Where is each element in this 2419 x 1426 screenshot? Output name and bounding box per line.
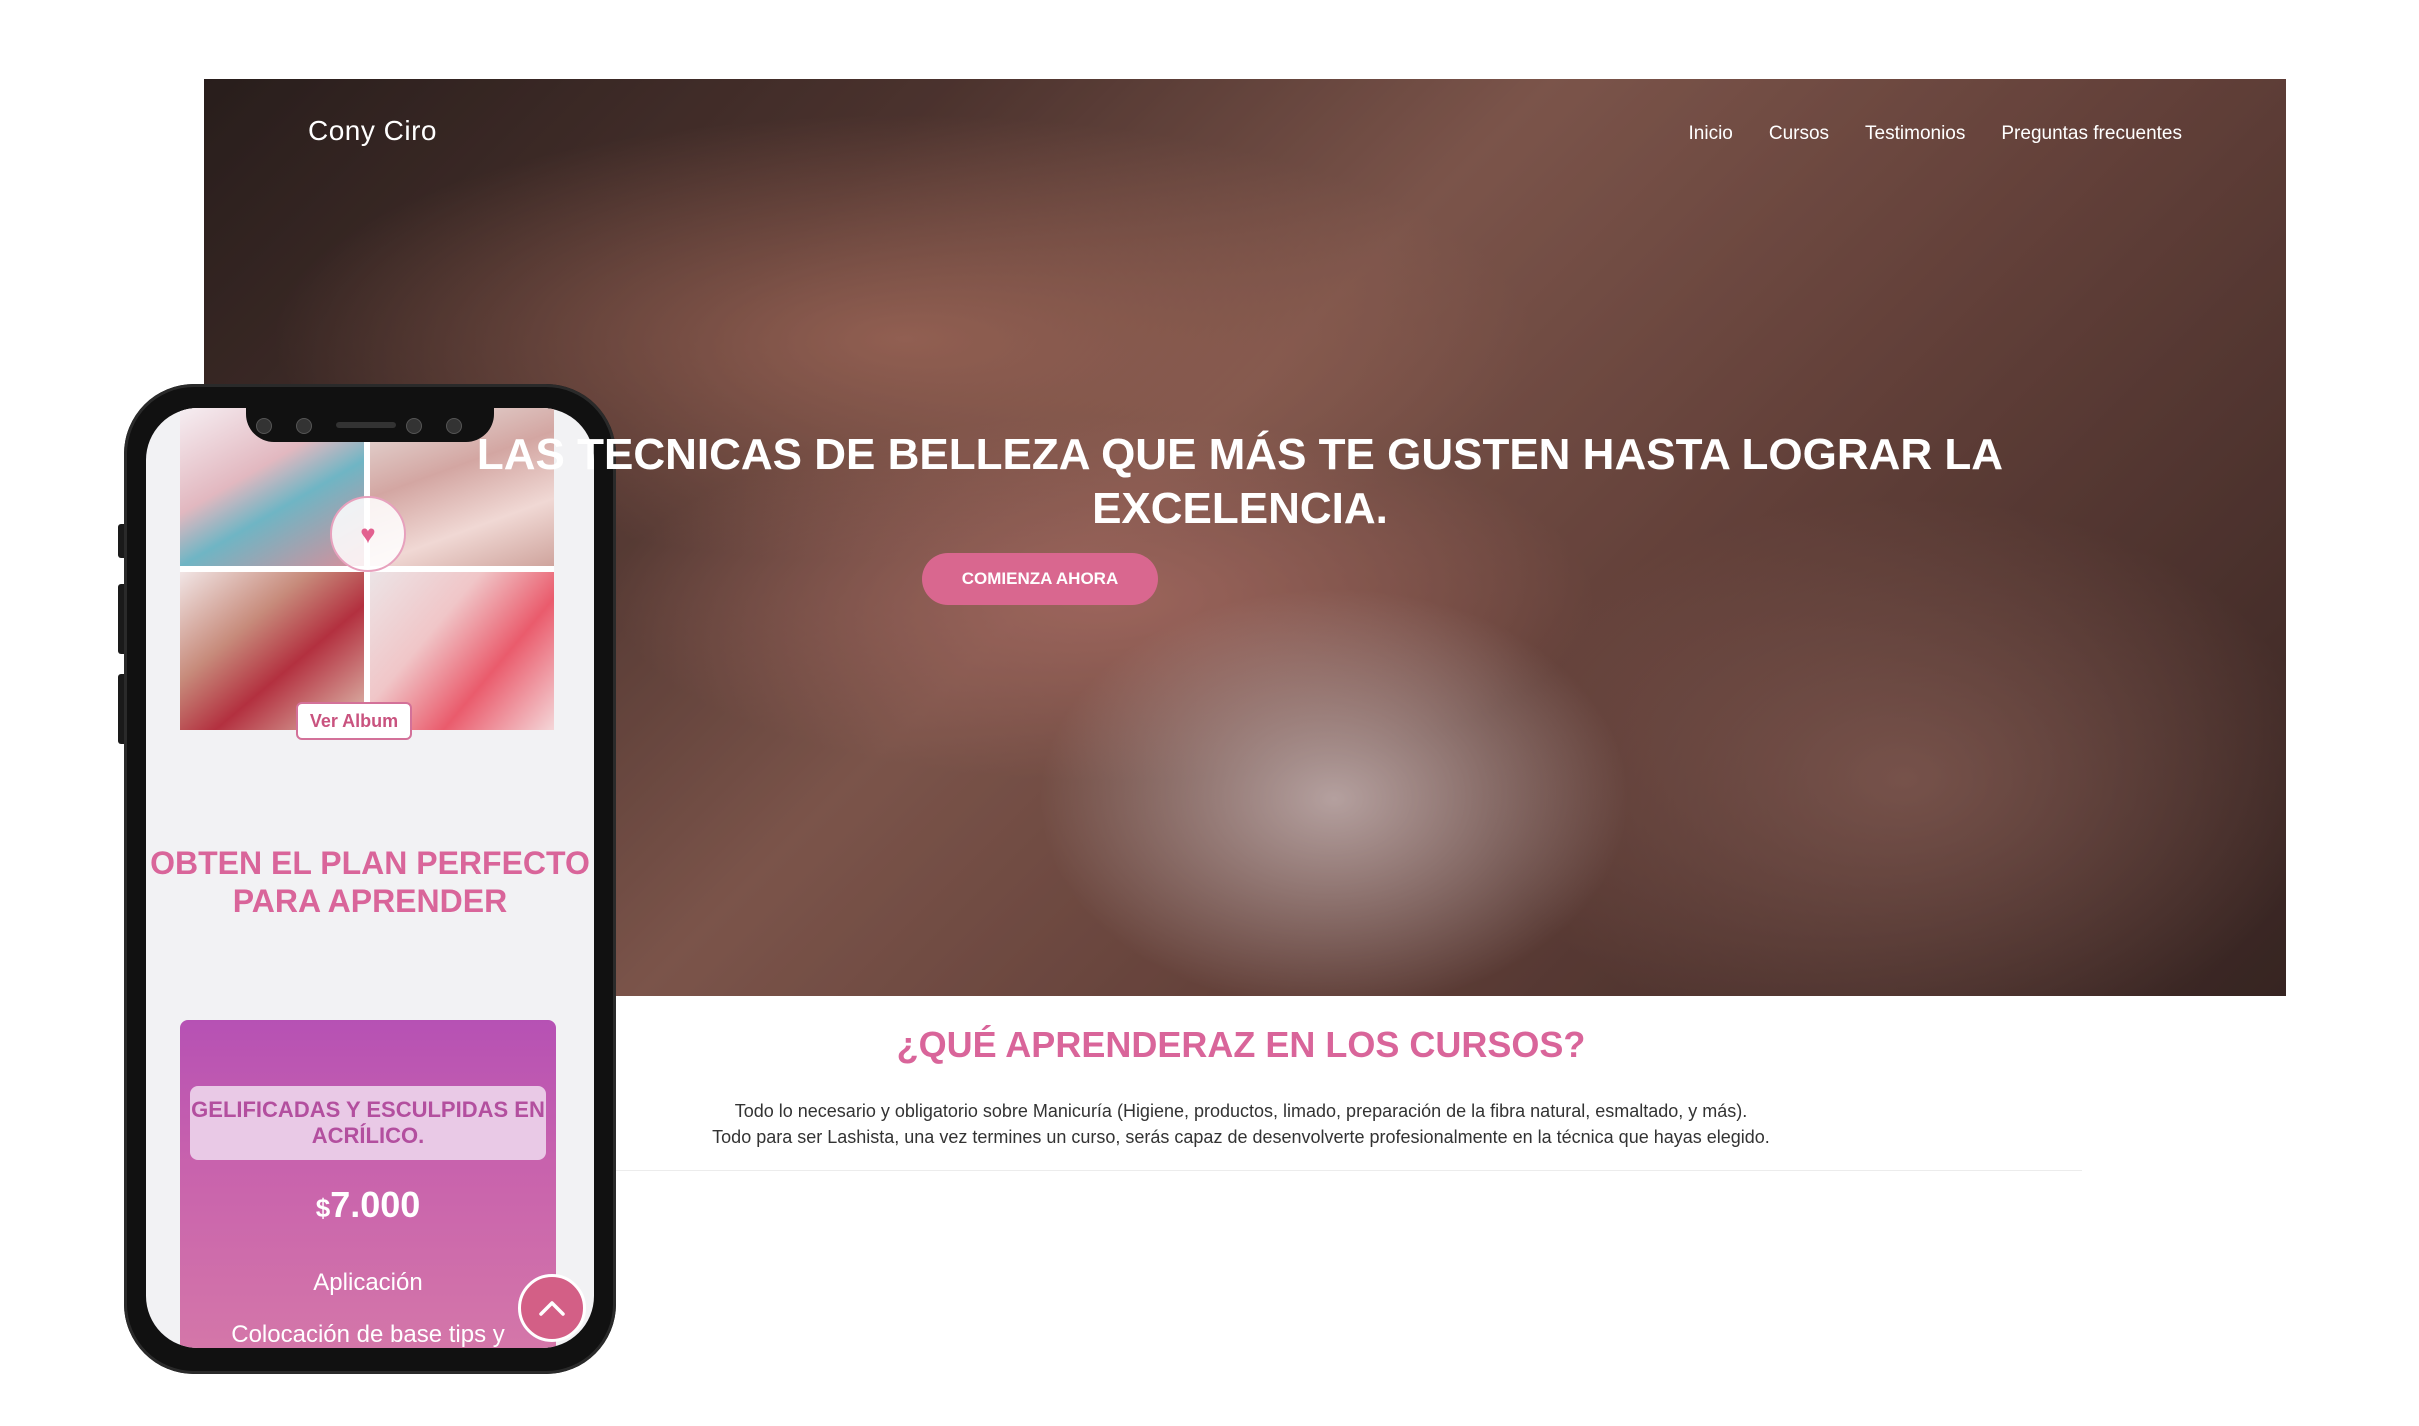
view-album-button[interactable]: Ver Album <box>296 702 412 740</box>
scroll-to-top-button[interactable] <box>518 1274 586 1342</box>
nav-item-inicio[interactable]: Inicio <box>1689 123 1733 145</box>
price-value: 7.000 <box>330 1184 421 1225</box>
phone-volume-up <box>118 584 124 654</box>
phone-screen: ♥ Ver Album OBTEN EL PLAN PERFECTO PARA … <box>146 408 594 1348</box>
sensor-icon <box>406 418 422 434</box>
nav-item-testimonios[interactable]: Testimonios <box>1865 123 1965 145</box>
camera-icon <box>256 418 272 434</box>
pricing-card: GELIFICADAS Y ESCULPIDAS EN ACRÍLICO. $7… <box>180 1020 556 1348</box>
speaker-grille <box>336 422 396 428</box>
nav-item-preguntas-frecuentes[interactable]: Preguntas frecuentes <box>2001 123 2182 145</box>
plan-section-title: OBTEN EL PLAN PERFECTO PARA APRENDER <box>150 845 590 919</box>
chevron-up-icon <box>539 1301 565 1316</box>
courses-section-title: ¿QUÉ APRENDERAZ EN LOS CURSOS? <box>896 1024 1586 1065</box>
courses-description-line: Todo lo necesario y obligatorio sobre Ma… <box>734 1101 1748 1121</box>
sensor-icon <box>296 418 312 434</box>
phone-mute-switch <box>118 524 124 558</box>
pricing-card-header: GELIFICADAS Y ESCULPIDAS EN ACRÍLICO. <box>190 1086 546 1160</box>
phone-notch <box>246 408 494 442</box>
camera-icon <box>446 418 462 434</box>
hero-title: LAS TECNICAS DE BELLEZA QUE MÁS TE GUSTE… <box>476 430 2004 533</box>
plan-feature: Aplicación <box>313 1269 423 1296</box>
currency-symbol: $ <box>315 1193 331 1223</box>
start-now-button[interactable]: COMIENZA AHORA <box>922 553 1158 605</box>
nav-item-cursos[interactable]: Cursos <box>1769 123 1829 145</box>
phone-volume-down <box>118 674 124 744</box>
heart-icon: ♥ <box>360 518 376 549</box>
navbar: Cony Ciro Inicio Cursos Testimonios Preg… <box>204 79 2286 189</box>
plan-price: $7.000 <box>180 1184 556 1226</box>
courses-description-line: Todo para ser Lashista, una vez termines… <box>712 1127 1770 1147</box>
courses-description: Todo lo necesario y obligatorio sobre Ma… <box>500 1098 1982 1150</box>
plan-feature: Colocación de base tips y moldes <box>231 1321 505 1349</box>
brand-logo[interactable]: Cony Ciro <box>308 115 437 147</box>
nav-menu: Inicio Cursos Testimonios Preguntas frec… <box>1689 123 2183 145</box>
section-divider <box>400 1170 2082 1171</box>
plan-name: GELIFICADAS Y ESCULPIDAS EN ACRÍLICO. <box>191 1097 545 1148</box>
